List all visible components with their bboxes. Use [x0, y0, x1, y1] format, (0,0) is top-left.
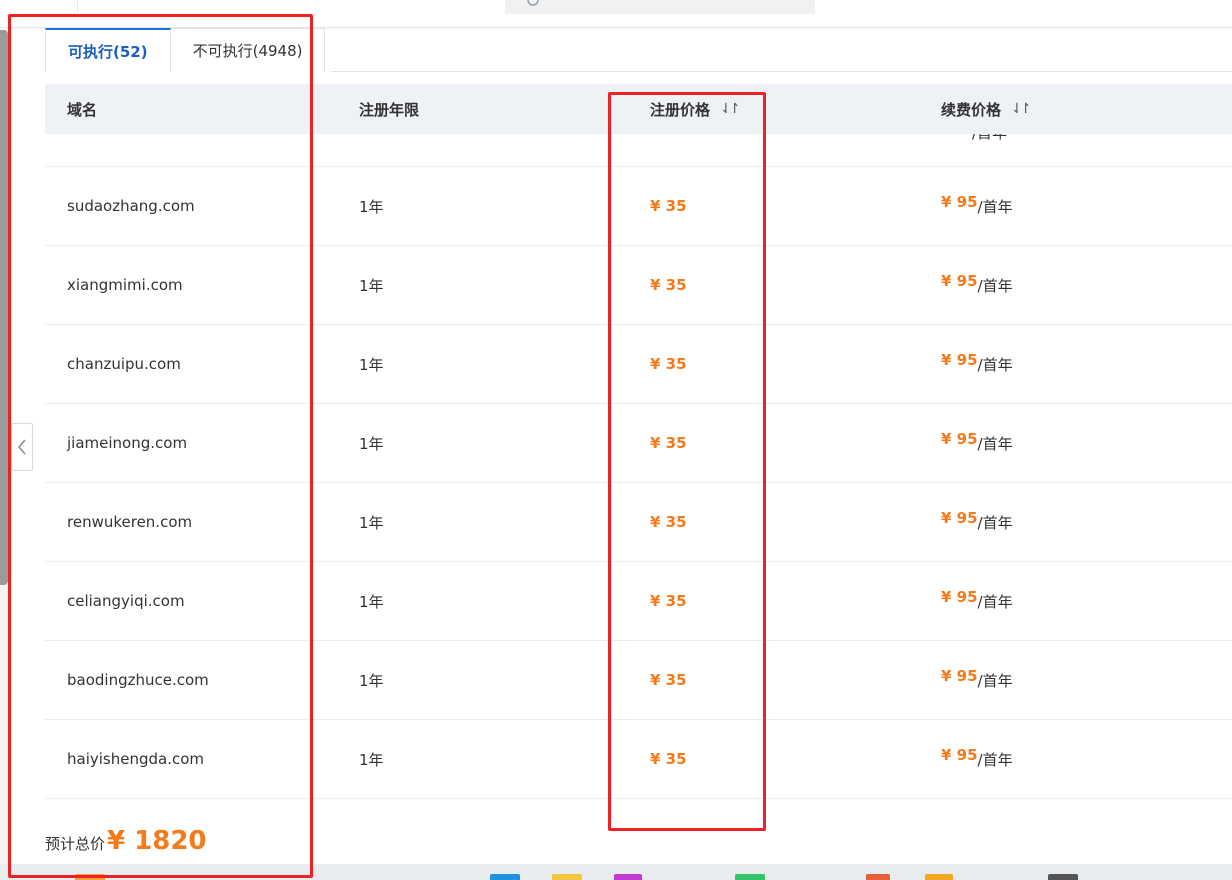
- table-header: 域名 注册年限 注册价格 ⇃↾ 续费价格 ⇃↾: [45, 84, 1232, 134]
- search-icon: [527, 0, 539, 6]
- reg-price-cell: ¥ 35: [650, 750, 687, 768]
- renew-price-cell: ¥ 95/首年: [941, 429, 1013, 453]
- taskbar-item[interactable]: [490, 874, 520, 880]
- table-row: haiyishengda.com 1年 ¥ 35 ¥ 95/首年: [45, 720, 1232, 799]
- table-row: jiameinong.com 1年 ¥ 35 ¥ 95/首年: [45, 404, 1232, 483]
- renew-price-cell: ¥ 95/首年: [941, 192, 1013, 216]
- domain-cell: celiangyiqi.com: [67, 592, 185, 610]
- domain-cell: chanzuipu.com: [67, 355, 181, 373]
- reg-price-cell: ¥ 35: [650, 671, 687, 689]
- header-renew-price[interactable]: 续费价格 ⇃↾: [918, 99, 1232, 120]
- table-row: sudaozhang.com 1年 ¥ 35 ¥ 95/首年: [45, 167, 1232, 246]
- table-row: xiangmimi.com 1年 ¥ 35 ¥ 95/首年: [45, 246, 1232, 325]
- table-row: chanzuipu.com 1年 ¥ 35 ¥ 95/首年: [45, 325, 1232, 404]
- tabs-divider: [331, 71, 1232, 72]
- taskbar-item[interactable]: [75, 874, 105, 880]
- table-row: renwukeren.com 1年 ¥ 35 ¥ 95/首年: [45, 483, 1232, 562]
- renew-unit: /首年: [972, 134, 1007, 143]
- reg-price-cell: ¥ 35: [650, 355, 687, 373]
- years-cell: 1年: [359, 592, 384, 611]
- sort-icon[interactable]: ⇃↾: [1011, 101, 1032, 117]
- years-cell: 1年: [359, 355, 384, 374]
- years-cell: 1年: [359, 434, 384, 453]
- taskbar: [0, 864, 1232, 880]
- years-cell: 1年: [359, 513, 384, 532]
- total-price: 预计总价 ¥ 1820: [45, 826, 207, 856]
- years-cell: 1年: [359, 671, 384, 690]
- reg-price-cell: ¥ 35: [650, 434, 687, 452]
- header-reg-price[interactable]: 注册价格 ⇃↾: [627, 99, 918, 120]
- taskbar-item[interactable]: [735, 874, 765, 880]
- years-cell: 1年: [359, 197, 384, 216]
- years-cell: 1年: [359, 276, 384, 295]
- tab-not-executable[interactable]: 不可执行(4948): [170, 28, 326, 72]
- taskbar-item[interactable]: [1048, 874, 1078, 880]
- reg-price-cell: ¥ 35: [650, 592, 687, 610]
- domain-cell: jiameinong.com: [67, 434, 188, 452]
- domain-cell: renwukeren.com: [67, 513, 193, 531]
- reg-price-cell: ¥ 35: [650, 513, 687, 531]
- sort-icon[interactable]: ⇃↾: [720, 101, 741, 117]
- renew-price-cell: ¥ 95/首年: [941, 271, 1013, 295]
- reg-price-cell: ¥ 35: [650, 276, 687, 294]
- tab-executable[interactable]: 可执行(52): [45, 28, 171, 72]
- top-left-block: [0, 0, 78, 12]
- total-label: 预计总价: [45, 835, 106, 853]
- taskbar-item[interactable]: [866, 874, 890, 880]
- reg-price-cell: ¥ 35: [650, 197, 687, 215]
- header-domain: 域名: [67, 100, 98, 119]
- taskbar-item[interactable]: [552, 874, 582, 880]
- domain-cell: sudaozhang.com: [67, 197, 195, 215]
- top-bar: [0, 0, 1232, 28]
- renew-price-cell: ¥ 95/首年: [941, 587, 1013, 611]
- renew-price-cell: ¥ 95/首年: [941, 745, 1013, 769]
- domain-cell: xiangmimi.com: [67, 276, 183, 294]
- header-years: 注册年限: [359, 100, 420, 119]
- renew-price-cell: ¥ 95/首年: [941, 350, 1013, 374]
- renew-price-cell: ¥ 95/首年: [941, 666, 1013, 690]
- collapse-button[interactable]: [11, 423, 33, 471]
- chevron-left-icon: [18, 439, 26, 455]
- domain-cell: haiyishengda.com: [67, 750, 205, 768]
- table-row-partial: /首年: [45, 134, 1232, 167]
- total-value: ¥ 1820: [107, 826, 207, 856]
- taskbar-item[interactable]: [925, 874, 953, 880]
- table-row: celiangyiqi.com 1年 ¥ 35 ¥ 95/首年: [45, 562, 1232, 641]
- renew-price-cell: ¥ 95/首年: [941, 508, 1013, 532]
- domain-cell: baodingzhuce.com: [67, 671, 209, 689]
- taskbar-item[interactable]: [614, 874, 642, 880]
- domain-table: 域名 注册年限 注册价格 ⇃↾ 续费价格 ⇃↾ /首年 sudaozhang.c…: [45, 84, 1232, 799]
- table-row: baodingzhuce.com 1年 ¥ 35 ¥ 95/首年: [45, 641, 1232, 720]
- search-input[interactable]: [505, 0, 815, 14]
- years-cell: 1年: [359, 750, 384, 769]
- tab-bar: 可执行(52) 不可执行(4948): [45, 28, 326, 72]
- scrollbar[interactable]: [0, 30, 8, 585]
